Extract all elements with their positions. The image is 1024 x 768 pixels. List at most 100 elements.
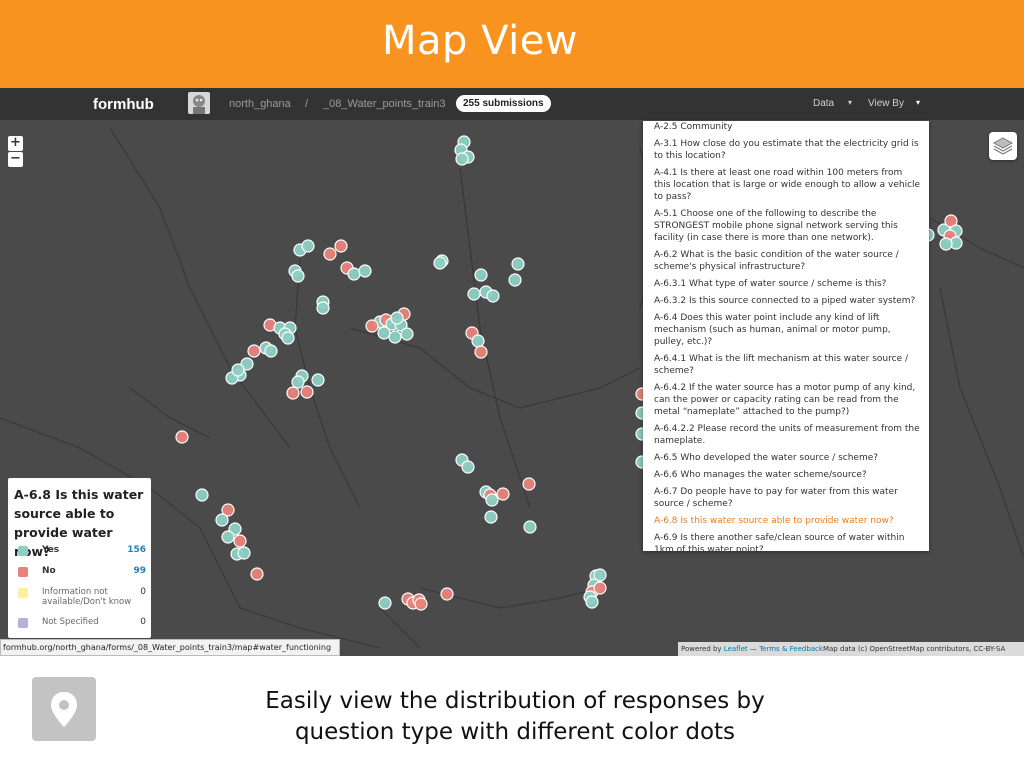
water-point-marker[interactable] [358, 264, 372, 278]
question-menu-item[interactable]: A-6.2 What is the basic condition of the… [654, 249, 921, 273]
water-point-marker[interactable] [484, 510, 498, 524]
question-dropdown-menu[interactable]: A-2.5 Community A-3.1 How close do you es… [643, 121, 929, 551]
water-point-marker[interactable] [939, 237, 953, 251]
water-point-marker[interactable] [334, 239, 348, 253]
water-point-marker[interactable] [316, 301, 330, 315]
water-point-marker[interactable] [414, 597, 428, 611]
water-point-marker[interactable] [291, 269, 305, 283]
question-menu-item[interactable]: A-6.4.1 What is the lift mechanism at th… [654, 353, 921, 377]
water-point-marker[interactable] [237, 546, 251, 560]
water-point-marker[interactable] [365, 319, 379, 333]
question-menu-item[interactable]: A-6.6 Who manages the water scheme/sourc… [654, 469, 921, 481]
water-point-marker[interactable] [474, 268, 488, 282]
top-navbar: formhub north_ghana / _08_Water_points_t… [0, 88, 1024, 120]
water-point-marker[interactable] [388, 330, 402, 344]
leaflet-link[interactable]: Leaflet [724, 645, 748, 653]
water-point-marker[interactable] [522, 477, 536, 491]
breadcrumb-form[interactable]: _08_Water_points_train3 [323, 98, 446, 110]
water-point-marker[interactable] [291, 375, 305, 389]
water-point-marker[interactable] [523, 520, 537, 534]
slide: Map View formhub north_ghana / _08_Water… [0, 0, 1024, 768]
water-point-marker[interactable] [585, 595, 599, 609]
water-point-marker[interactable] [377, 326, 391, 340]
legend-count: 156 [127, 545, 146, 555]
avatar-icon [193, 95, 205, 114]
chevron-down-icon[interactable]: ▾ [916, 98, 920, 107]
attribution-powered-by: Powered by [681, 645, 724, 653]
water-point-marker[interactable] [231, 363, 245, 377]
formhub-screenshot: formhub north_ghana / _08_Water_points_t… [0, 88, 1024, 656]
legend-swatch-no [18, 567, 28, 577]
water-point-marker[interactable] [496, 487, 510, 501]
title-bar: Map View [0, 0, 1024, 88]
breadcrumb-owner[interactable]: north_ghana [229, 98, 291, 110]
caption-line-1: Easily view the distribution of response… [265, 688, 765, 714]
question-menu-item[interactable]: A-6.3.2 Is this source connected to a pi… [654, 295, 921, 307]
legend-swatch-info-not-available [18, 588, 28, 598]
water-point-marker[interactable] [400, 327, 414, 341]
legend-label: Not Specified [42, 617, 99, 627]
question-list: A-2.5 Community A-3.1 How close do you es… [654, 121, 921, 551]
water-point-marker[interactable] [508, 273, 522, 287]
question-menu-item[interactable]: A-6.4 Does this water point include any … [654, 312, 921, 348]
water-point-marker[interactable] [471, 334, 485, 348]
water-point-marker[interactable] [301, 239, 315, 253]
question-menu-item[interactable]: A-6.7 Do people have to pay for water fr… [654, 486, 921, 510]
water-point-marker[interactable] [433, 256, 447, 270]
chevron-down-icon[interactable]: ▾ [848, 98, 852, 107]
water-point-marker[interactable] [486, 289, 500, 303]
water-point-marker[interactable] [286, 386, 300, 400]
legend-swatch-not-specified [18, 618, 28, 628]
water-point-marker[interactable] [511, 257, 525, 271]
water-point-marker[interactable] [474, 345, 488, 359]
water-point-marker[interactable] [175, 430, 189, 444]
question-menu-item[interactable]: A-6.8 Is this water source able to provi… [654, 515, 921, 527]
legend-label: No [42, 566, 56, 576]
water-point-marker[interactable] [378, 596, 392, 610]
water-point-marker[interactable] [311, 373, 325, 387]
brand-logo[interactable]: formhub [93, 96, 154, 113]
water-point-marker[interactable] [485, 493, 499, 507]
legend-count: 0 [140, 617, 146, 627]
owner-avatar[interactable] [188, 92, 210, 114]
caption-line-2: question type with different color dots [294, 719, 736, 745]
water-point-marker[interactable] [323, 247, 337, 261]
question-menu-item[interactable]: A-6.4.2 If the water source has a motor … [654, 382, 921, 418]
water-point-marker[interactable] [281, 331, 295, 345]
water-point-marker[interactable] [215, 513, 229, 527]
data-menu[interactable]: Data [813, 98, 834, 109]
legend-count: 99 [133, 566, 146, 576]
layers-button[interactable] [989, 132, 1017, 160]
attribution-map-data: Map data (c) OpenStreetMap contributors,… [822, 645, 1006, 653]
zoom-out-button[interactable]: − [8, 152, 23, 167]
question-menu-item[interactable]: A-5.1 Choose one of the following to des… [654, 208, 921, 244]
water-point-marker[interactable] [250, 567, 264, 581]
view-by-menu[interactable]: View By [868, 98, 904, 109]
water-point-marker[interactable] [264, 344, 278, 358]
water-point-marker[interactable] [195, 488, 209, 502]
water-point-marker[interactable] [467, 287, 481, 301]
water-point-marker[interactable] [390, 311, 404, 325]
legend-label: Information not available/Don't know [42, 587, 132, 607]
water-point-marker[interactable] [247, 344, 261, 358]
water-point-marker[interactable] [221, 530, 235, 544]
water-point-marker[interactable] [233, 534, 247, 548]
legend-count: 0 [140, 587, 146, 597]
water-point-marker[interactable] [593, 581, 607, 595]
water-point-marker[interactable] [347, 267, 361, 281]
water-point-marker[interactable] [461, 460, 475, 474]
question-menu-item[interactable]: A-6.3.1 What type of water source / sche… [654, 278, 921, 290]
water-point-marker[interactable] [300, 385, 314, 399]
question-menu-item[interactable]: A-4.1 Is there at least one road within … [654, 167, 921, 203]
water-point-marker[interactable] [455, 152, 469, 166]
question-menu-item[interactable]: A-2.5 Community [654, 121, 921, 133]
question-menu-item[interactable]: A-6.9 Is there another safe/clean source… [654, 532, 921, 551]
slide-caption: Easily view the distribution of response… [240, 686, 790, 748]
question-menu-item[interactable]: A-6.5 Who developed the water source / s… [654, 452, 921, 464]
zoom-in-button[interactable]: + [8, 136, 23, 151]
terms-feedback-link[interactable]: Terms & Feedback [759, 645, 823, 653]
water-point-marker[interactable] [440, 587, 454, 601]
question-menu-item[interactable]: A-3.1 How close do you estimate that the… [654, 138, 921, 162]
legend-label: Yes [42, 545, 60, 555]
question-menu-item[interactable]: A-6.4.2.2 Please record the units of mea… [654, 423, 921, 447]
